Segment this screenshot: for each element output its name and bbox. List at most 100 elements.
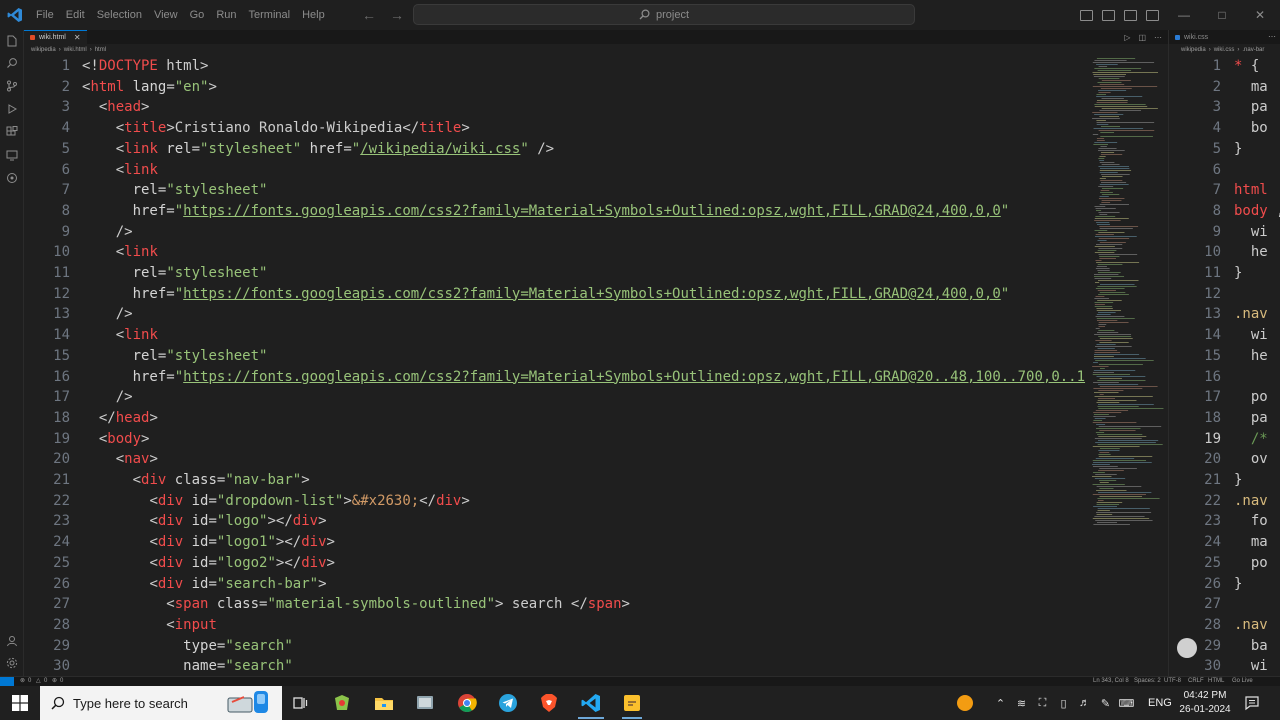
- port-count[interactable]: 0: [60, 677, 63, 686]
- code-line[interactable]: 28 <input: [24, 615, 1088, 636]
- indentation[interactable]: Spaces: 2: [1134, 677, 1161, 686]
- task-view-icon[interactable]: [289, 692, 311, 714]
- code-line[interactable]: 11 rel="stylesheet": [24, 263, 1088, 284]
- toggle-sidebar-icon[interactable]: [1080, 9, 1093, 21]
- code-line[interactable]: 30 name="search": [24, 656, 1088, 676]
- code-editor[interactable]: 1 <!DOCTYPE html> 2 <html lang="en"> 3 <head…: [24, 56, 1088, 676]
- show-hidden-icons-icon[interactable]: ⌃: [990, 686, 1011, 720]
- accounts-icon[interactable]: [4, 633, 20, 649]
- run-icon[interactable]: ▷: [1124, 33, 1130, 42]
- close-icon[interactable]: ✕: [1241, 0, 1279, 30]
- breadcrumb-file[interactable]: wiki.html: [64, 47, 87, 53]
- more-actions-icon[interactable]: ⋯: [1268, 30, 1276, 44]
- code-line[interactable]: 2 ma: [1169, 77, 1280, 98]
- manage-gear-icon[interactable]: [4, 655, 20, 671]
- menu-go[interactable]: Go: [184, 0, 211, 30]
- code-line[interactable]: 25 po: [1169, 553, 1280, 574]
- warning-count[interactable]: 0: [44, 677, 47, 686]
- code-line[interactable]: 10 he: [1169, 242, 1280, 263]
- code-line[interactable]: 4 <title>Cristiano Ronaldo-Wikipedia</ti…: [24, 118, 1088, 139]
- code-line[interactable]: 20 ov: [1169, 449, 1280, 470]
- code-line[interactable]: 18 pa: [1169, 408, 1280, 429]
- code-line[interactable]: 6: [1169, 160, 1280, 181]
- app-window-icon[interactable]: [414, 692, 436, 714]
- vscode-taskbar-icon[interactable]: [580, 692, 602, 714]
- menu-file[interactable]: File: [30, 0, 60, 30]
- minimap[interactable]: [1092, 56, 1168, 676]
- code-line[interactable]: 11}: [1169, 263, 1280, 284]
- code-line[interactable]: 18 </head>: [24, 408, 1088, 429]
- menu-help[interactable]: Help: [296, 0, 331, 30]
- code-line[interactable]: 17 po: [1169, 387, 1280, 408]
- back-arrow-icon[interactable]: ←: [362, 7, 376, 23]
- maximize-icon[interactable]: □: [1203, 0, 1241, 30]
- tab-wiki-html[interactable]: wiki.html ✕: [24, 30, 87, 44]
- chrome-icon[interactable]: [456, 692, 478, 714]
- code-line[interactable]: 26 <div id="search-bar">: [24, 574, 1088, 595]
- code-line[interactable]: 19 /*: [1169, 429, 1280, 450]
- source-control-icon[interactable]: [4, 78, 20, 94]
- code-line[interactable]: 14 <link: [24, 325, 1088, 346]
- code-line[interactable]: 24 <div id="logo1"></div>: [24, 532, 1088, 553]
- breadcrumb-folder[interactable]: wikipedia: [1181, 47, 1206, 53]
- code-line[interactable]: 24 ma: [1169, 532, 1280, 553]
- code-line[interactable]: 21 <div class="nav-bar">: [24, 470, 1088, 491]
- volume-icon[interactable]: ♬: [1074, 686, 1095, 720]
- customize-layout-icon[interactable]: [1146, 9, 1159, 21]
- code-line[interactable]: 12 href="https://fonts.googleapis.com/cs…: [24, 284, 1088, 305]
- game-app-icon[interactable]: [331, 692, 353, 714]
- code-line[interactable]: 19 <body>: [24, 429, 1088, 450]
- code-line[interactable]: 27: [1169, 594, 1280, 615]
- toggle-panel-icon[interactable]: [1102, 9, 1115, 21]
- code-line[interactable]: 9 />: [24, 222, 1088, 243]
- code-line[interactable]: 12: [1169, 284, 1280, 305]
- brave-browser-icon[interactable]: [538, 692, 560, 714]
- code-line[interactable]: 3 <head>: [24, 97, 1088, 118]
- menu-edit[interactable]: Edit: [60, 0, 91, 30]
- command-center[interactable]: project: [413, 4, 915, 25]
- file-explorer-icon[interactable]: [373, 692, 395, 714]
- encoding[interactable]: UTF-8: [1164, 677, 1181, 686]
- warning-icon[interactable]: △: [36, 677, 41, 686]
- forward-arrow-icon[interactable]: →: [390, 7, 404, 23]
- menu-run[interactable]: Run: [210, 0, 242, 30]
- code-line[interactable]: 23 fo: [1169, 511, 1280, 532]
- more-actions-icon[interactable]: ⋯: [1154, 33, 1162, 42]
- code-line[interactable]: 5 <link rel="stylesheet" href="/wikipedi…: [24, 139, 1088, 160]
- code-line[interactable]: 6 <link: [24, 160, 1088, 181]
- code-line[interactable]: 17 />: [24, 387, 1088, 408]
- code-line[interactable]: 28 .nav: [1169, 615, 1280, 636]
- taskbar-search-box[interactable]: Type here to search: [40, 686, 282, 720]
- telegram-icon[interactable]: [497, 692, 519, 714]
- code-line[interactable]: 15 he: [1169, 346, 1280, 367]
- code-line[interactable]: 22 <div id="dropdown-list">&#x2630;</div…: [24, 491, 1088, 512]
- code-line[interactable]: 8 href="https://fonts.googleapis.com/css…: [24, 201, 1088, 222]
- code-line[interactable]: 4 bo: [1169, 118, 1280, 139]
- code-line[interactable]: 9 wi: [1169, 222, 1280, 243]
- split-editor-icon[interactable]: ◫: [1138, 33, 1146, 42]
- breadcrumb-symbol[interactable]: html: [95, 47, 106, 53]
- menu-terminal[interactable]: Terminal: [243, 0, 297, 30]
- code-line[interactable]: 27 <span class="material-symbols-outline…: [24, 594, 1088, 615]
- code-line[interactable]: 22 .nav: [1169, 491, 1280, 512]
- broadcast-icon[interactable]: ⊕: [52, 677, 57, 686]
- go-live-button[interactable]: Go Live: [1232, 677, 1253, 686]
- code-line[interactable]: 1 <!DOCTYPE html>: [24, 56, 1088, 77]
- remote-explorer-icon[interactable]: [4, 147, 20, 163]
- code-line[interactable]: 15 rel="stylesheet": [24, 346, 1088, 367]
- keyboard-icon[interactable]: ⌨: [1116, 686, 1137, 720]
- error-count[interactable]: 0: [28, 677, 31, 686]
- code-line[interactable]: 29 type="search": [24, 636, 1088, 657]
- code-line[interactable]: 30 wi: [1169, 656, 1280, 676]
- weather-icon[interactable]: [954, 692, 976, 714]
- minimize-icon[interactable]: —: [1165, 0, 1203, 30]
- breadcrumb-folder[interactable]: wikipedia: [31, 47, 56, 53]
- breadcrumb-symbol[interactable]: .nav-bar: [1242, 47, 1264, 53]
- close-icon[interactable]: ✕: [74, 33, 81, 42]
- vscode-logo-icon[interactable]: [0, 0, 30, 30]
- code-line[interactable]: 21}: [1169, 470, 1280, 491]
- code-line[interactable]: 1 * {: [1169, 56, 1280, 77]
- error-icon[interactable]: ⊗: [20, 677, 25, 686]
- tab-wiki-css[interactable]: wiki.css: [1169, 30, 1214, 44]
- code-line[interactable]: 16 href="https://fonts.googleapis.com/cs…: [24, 367, 1088, 388]
